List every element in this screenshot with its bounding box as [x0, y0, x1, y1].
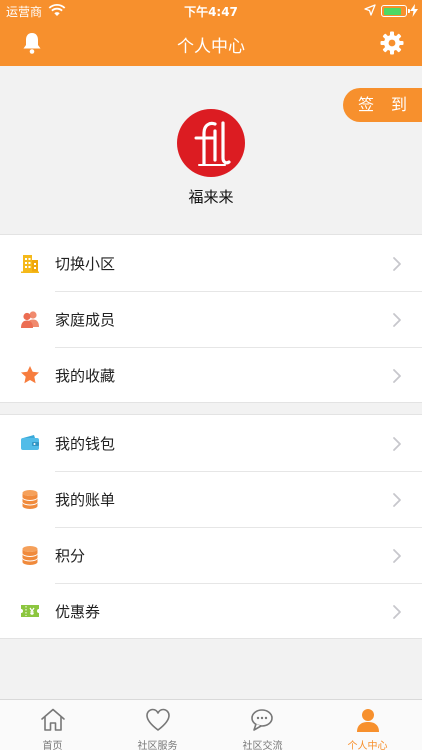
menu-item-label: 我的账单: [55, 491, 116, 509]
profile-section: 签 到 福来来: [0, 66, 422, 233]
app-screen: 运营商 下午4:47 个人中心 签 到 福来来 切换小区 家庭成员 我的收藏 我…: [0, 0, 422, 750]
chevron-right-icon: [393, 369, 401, 383]
tab-home[interactable]: 首页: [0, 700, 105, 750]
chevron-right-icon: [393, 549, 401, 563]
menu-item-my-wallet[interactable]: 我的钱包: [0, 415, 422, 471]
home-icon: [41, 708, 65, 731]
coupon-ticket-icon: [21, 605, 39, 617]
avatar-logo: [194, 121, 231, 166]
wallet-icon: [21, 435, 39, 450]
chevron-right-icon: [393, 313, 401, 327]
menu-item-my-favorites[interactable]: 我的收藏: [0, 347, 422, 403]
tab-personal-center[interactable]: 个人中心: [315, 700, 420, 750]
nav-bar: 个人中心: [0, 22, 422, 66]
menu-item-switch-community[interactable]: 切换小区: [0, 235, 422, 291]
menu-item-label: 切换小区: [55, 255, 116, 273]
building-icon: [21, 255, 39, 273]
tab-label: 首页: [42, 741, 63, 750]
location-arrow-icon: [364, 4, 376, 16]
header: 运营商 下午4:47 个人中心: [0, 0, 422, 66]
menu-group-community: 切换小区 家庭成员 我的收藏: [0, 234, 422, 403]
tab-label: 社区服务: [137, 741, 178, 750]
coins-stack-icon: [22, 546, 38, 565]
star-icon: [21, 366, 39, 384]
chevron-right-icon: [393, 257, 401, 271]
page-title: 个人中心: [177, 37, 245, 57]
menu-item-label: 我的钱包: [55, 435, 116, 453]
chat-bubbles-icon: [251, 709, 273, 731]
heart-icon: [146, 708, 170, 731]
person-icon: [357, 709, 379, 732]
gear-icon[interactable]: [380, 31, 404, 55]
chevron-right-icon: [393, 437, 401, 451]
menu-item-label: 优惠券: [55, 603, 101, 621]
checkin-button[interactable]: 签 到: [343, 88, 422, 122]
tab-label: 个人中心: [347, 741, 388, 750]
menu-item-my-bills[interactable]: 我的账单: [0, 471, 422, 527]
coins-stack-icon: [22, 490, 38, 509]
menu-group-finance: 我的钱包 我的账单 积分 优惠券: [0, 414, 422, 639]
chevron-right-icon: [393, 605, 401, 619]
menu-item-coupons[interactable]: 优惠券: [0, 583, 422, 639]
status-bar: 运营商 下午4:47: [0, 0, 422, 22]
battery-level-fill: [383, 7, 402, 15]
battery-icon: [381, 5, 410, 17]
family-members-icon: [21, 311, 39, 328]
tab-community-exchange[interactable]: 社区交流: [210, 700, 315, 750]
tab-label: 社区交流: [242, 741, 283, 750]
charging-bolt-icon: [410, 4, 418, 17]
menu-item-label: 我的收藏: [55, 367, 116, 385]
menu-item-label: 积分: [55, 547, 86, 565]
menu-item-label: 家庭成员: [55, 311, 116, 329]
chevron-right-icon: [393, 493, 401, 507]
avatar[interactable]: [177, 109, 245, 177]
tab-community-services[interactable]: 社区服务: [105, 700, 210, 750]
status-time: 下午4:47: [184, 5, 238, 19]
menu-item-family-members[interactable]: 家庭成员: [0, 291, 422, 347]
tab-bar: 首页 社区服务 社区交流 个人中心: [0, 699, 422, 750]
menu-item-points[interactable]: 积分: [0, 527, 422, 583]
username: 福来来: [188, 188, 234, 206]
